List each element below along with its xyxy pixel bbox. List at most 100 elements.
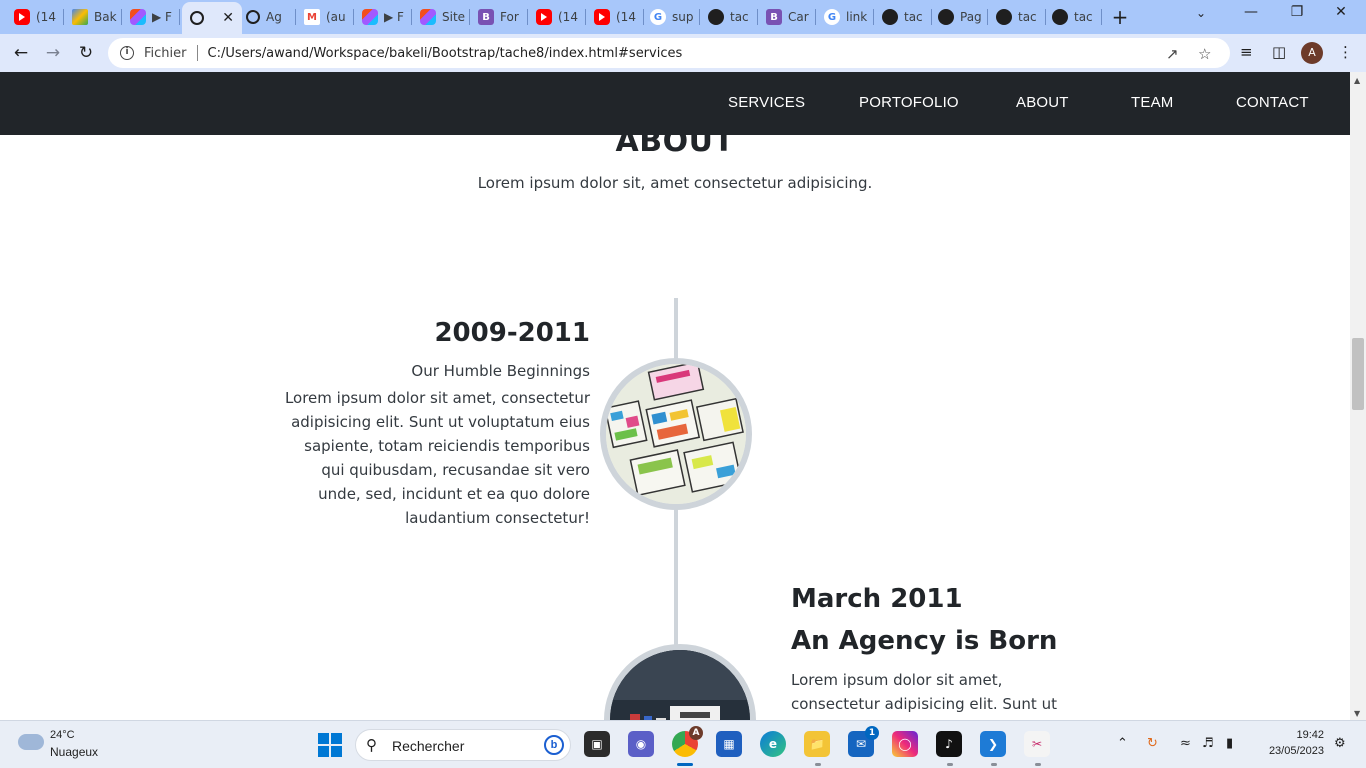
sync-icon[interactable]: ↻ <box>1147 736 1158 751</box>
weather-temperature[interactable]: 24°C <box>50 729 75 741</box>
bing-icon[interactable]: b <box>544 735 564 755</box>
timeline-body-1: Lorem ipsum dolor sit amet, consectetur … <box>284 389 590 527</box>
scrollbar-thumb[interactable] <box>1352 338 1364 410</box>
drive-icon <box>72 9 88 25</box>
wifi-icon[interactable]: ≈ <box>1180 736 1191 751</box>
browser-tab[interactable]: Glink <box>818 5 874 29</box>
browser-tab-title: ▶ F <box>384 10 404 24</box>
notification-icon[interactable]: ⚙ <box>1334 736 1346 751</box>
browser-tab-title: (au <box>326 10 346 24</box>
clock-date[interactable]: 23/05/2023 <box>1269 745 1324 757</box>
browser-tab[interactable]: ✕ <box>182 2 242 34</box>
weather-description[interactable]: Nuageux <box>50 745 98 759</box>
tiktok-icon[interactable]: ♪ <box>936 731 962 757</box>
web-icon <box>882 9 898 25</box>
tab-separator <box>699 9 700 25</box>
browser-tab[interactable]: (14 <box>588 5 644 29</box>
timeline-subtitle-1: Our Humble Beginnings <box>411 362 590 380</box>
figma-icon <box>130 9 146 25</box>
browser-tab[interactable]: (14 <box>8 5 64 29</box>
figma-icon <box>420 9 436 25</box>
browser-tab[interactable]: tac <box>702 5 758 29</box>
vscode-running-indicator <box>991 763 997 766</box>
cloud-icon[interactable] <box>18 734 44 750</box>
browser-tab-title: tac <box>1074 10 1093 24</box>
forward-icon[interactable]: → <box>41 41 65 65</box>
close-window-icon[interactable]: ✕ <box>1326 4 1356 20</box>
url-text[interactable]: C:/Users/awand/Workspace/bakeli/Bootstra… <box>208 46 683 61</box>
file-explorer-icon[interactable]: 📁 <box>804 731 830 757</box>
browser-tab-title: Car <box>788 10 809 24</box>
nav-link-contact[interactable]: CONTACT <box>1236 94 1309 111</box>
profile-avatar[interactable]: A <box>1301 42 1323 64</box>
task-view-icon[interactable]: ▣ <box>584 731 610 757</box>
reload-icon[interactable]: ↻ <box>74 41 98 65</box>
browser-toolbar: ← → ↻ i Fichier C:/Users/awand/Workspace… <box>0 34 1366 72</box>
volume-icon[interactable]: ♬ <box>1202 736 1214 751</box>
taskbar-search[interactable]: ⚲ Rechercher b <box>355 729 571 761</box>
tab-separator <box>121 9 122 25</box>
nav-link-services[interactable]: SERVICES <box>728 94 805 111</box>
browser-tab[interactable]: M (au <box>298 5 354 29</box>
restore-icon[interactable]: ❐ <box>1282 4 1312 20</box>
nav-link-about[interactable]: ABOUT <box>1016 94 1069 111</box>
tab-search-icon[interactable]: ⌄ <box>1196 6 1206 20</box>
windows-taskbar: 24°C Nuageux ⚲ Rechercher b ▣ ◉ A ▦ e 📁 … <box>0 720 1366 768</box>
browser-tab[interactable]: ▶ F <box>356 5 412 29</box>
browser-tab[interactable]: B Car <box>760 5 816 29</box>
bookmark-star-icon[interactable]: ☆ <box>1198 45 1211 63</box>
browser-tab[interactable]: tac <box>1046 5 1102 29</box>
tray-overflow-chevron-icon[interactable]: ⌃ <box>1117 736 1128 751</box>
reading-list-icon[interactable]: ≡ <box>1240 43 1253 61</box>
store-icon[interactable]: ▦ <box>716 731 742 757</box>
scroll-up-arrow-icon[interactable]: ▲ <box>1354 76 1360 85</box>
browser-tab[interactable]: Bak <box>66 5 122 29</box>
browser-tab[interactable]: (14 <box>530 5 586 29</box>
github-icon <box>938 9 954 25</box>
close-tab-icon[interactable]: ✕ <box>222 10 234 26</box>
tab-separator <box>63 9 64 25</box>
browser-tab[interactable]: tac <box>990 5 1046 29</box>
browser-tab[interactable]: tac <box>876 5 932 29</box>
windows-start-icon[interactable] <box>318 733 342 757</box>
chrome-icon[interactable]: A <box>672 726 703 757</box>
minimize-icon[interactable]: — <box>1236 4 1266 20</box>
browser-tab[interactable]: ▶ F <box>124 5 180 29</box>
snipping-tool-icon[interactable]: ✂ <box>1024 731 1050 757</box>
browser-tab[interactable]: Gsup <box>644 5 700 29</box>
browser-tab[interactable]: Ag <box>240 5 296 29</box>
page-scrollbar[interactable]: ▲ ▼ <box>1350 72 1366 720</box>
nav-link-team[interactable]: TEAM <box>1131 94 1173 111</box>
side-panel-icon[interactable]: ◫ <box>1272 43 1286 61</box>
clock-time[interactable]: 19:42 <box>1296 729 1324 741</box>
teams-chat-icon[interactable]: ◉ <box>628 731 654 757</box>
browser-tab-title: (14 <box>36 10 56 24</box>
mail-icon[interactable]: ✉ 1 <box>848 726 879 757</box>
scroll-down-arrow-icon[interactable]: ▼ <box>1354 709 1360 718</box>
browser-tab[interactable]: Site <box>414 5 470 29</box>
edge-icon[interactable]: e <box>760 731 786 757</box>
browser-tab-title: sup <box>672 10 694 24</box>
browser-tab-title: Ag <box>266 10 282 24</box>
site-info-icon[interactable]: i <box>120 46 134 60</box>
timeline-year-1: 2009-2011 <box>434 318 590 348</box>
about-subtitle: Lorem ipsum dolor sit, amet consectetur … <box>477 174 873 192</box>
browser-tab-title: Site <box>442 10 466 24</box>
figma-icon <box>362 9 378 25</box>
nav-link-portofolio[interactable]: PORTOFOLIO <box>859 94 959 111</box>
share-icon[interactable]: ↗ <box>1166 45 1179 63</box>
address-bar[interactable]: i Fichier C:/Users/awand/Workspace/bakel… <box>108 38 1230 68</box>
web-icon <box>708 9 724 25</box>
menu-kebab-icon[interactable]: ⋮ <box>1338 43 1353 61</box>
web-icon <box>996 9 1012 25</box>
new-tab-button[interactable]: + <box>1108 5 1132 29</box>
timeline-subtitle-2: An Agency is Born <box>791 626 1058 656</box>
vscode-icon[interactable]: ❯ <box>980 731 1006 757</box>
instagram-icon[interactable]: ◯ <box>892 731 918 757</box>
timeline-year-2: March 2011 <box>791 584 963 614</box>
browser-tab-title: (14 <box>558 10 578 24</box>
battery-icon[interactable]: ▮ <box>1226 736 1233 751</box>
back-icon[interactable]: ← <box>9 41 33 65</box>
browser-tab[interactable]: Pag <box>932 5 988 29</box>
browser-tab[interactable]: B For <box>472 5 528 29</box>
